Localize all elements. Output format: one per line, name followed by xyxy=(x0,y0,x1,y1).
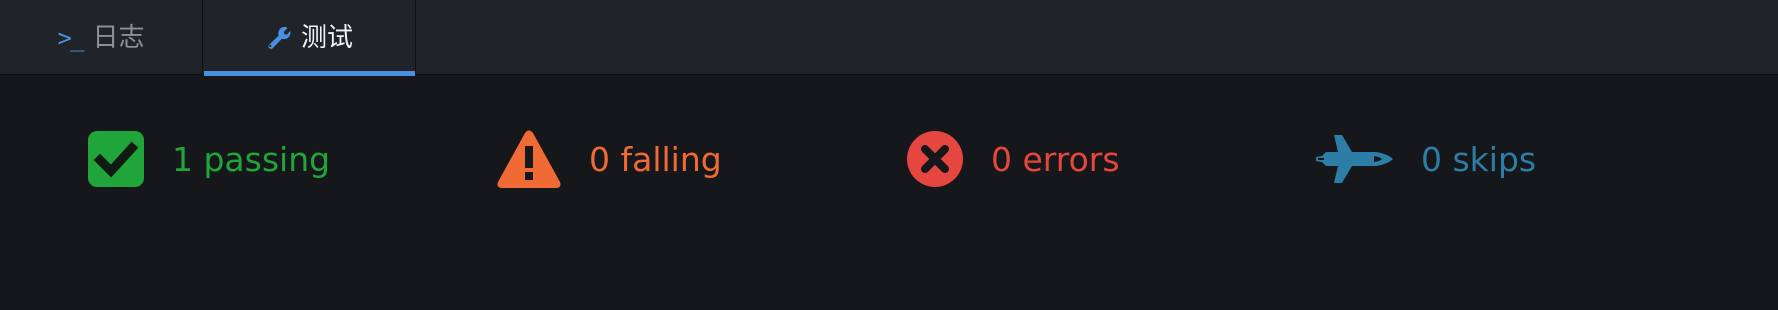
tab-tests[interactable]: 测试 xyxy=(203,0,416,76)
errors-count: 0 errors xyxy=(991,139,1120,179)
errors-summary: 0 errors xyxy=(906,130,1120,188)
space-shuttle-icon xyxy=(1316,130,1394,188)
check-square-icon xyxy=(87,130,145,188)
warning-triangle-icon xyxy=(496,130,562,188)
failing-summary: 0 falling xyxy=(496,130,722,188)
skips-count: 0 skips xyxy=(1421,139,1537,179)
tab-bar: >_ 日志 测试 xyxy=(0,0,1778,76)
skips-summary: 0 skips xyxy=(1316,130,1536,188)
terminal-icon: >_ xyxy=(57,23,85,52)
wrench-icon xyxy=(265,25,291,51)
tab-logs-label: 日志 xyxy=(92,22,145,53)
passing-summary: 1 passing xyxy=(87,130,330,188)
x-circle-icon xyxy=(906,130,964,188)
failing-count: 0 falling xyxy=(589,139,722,179)
active-tab-indicator xyxy=(204,71,415,76)
passing-count: 1 passing xyxy=(172,139,331,179)
tab-logs[interactable]: >_ 日志 xyxy=(0,0,203,75)
tab-tests-label: 测试 xyxy=(300,22,353,53)
test-panel: >_ 日志 测试 1 passing 0 falling 0 errors 0 … xyxy=(0,0,1778,310)
